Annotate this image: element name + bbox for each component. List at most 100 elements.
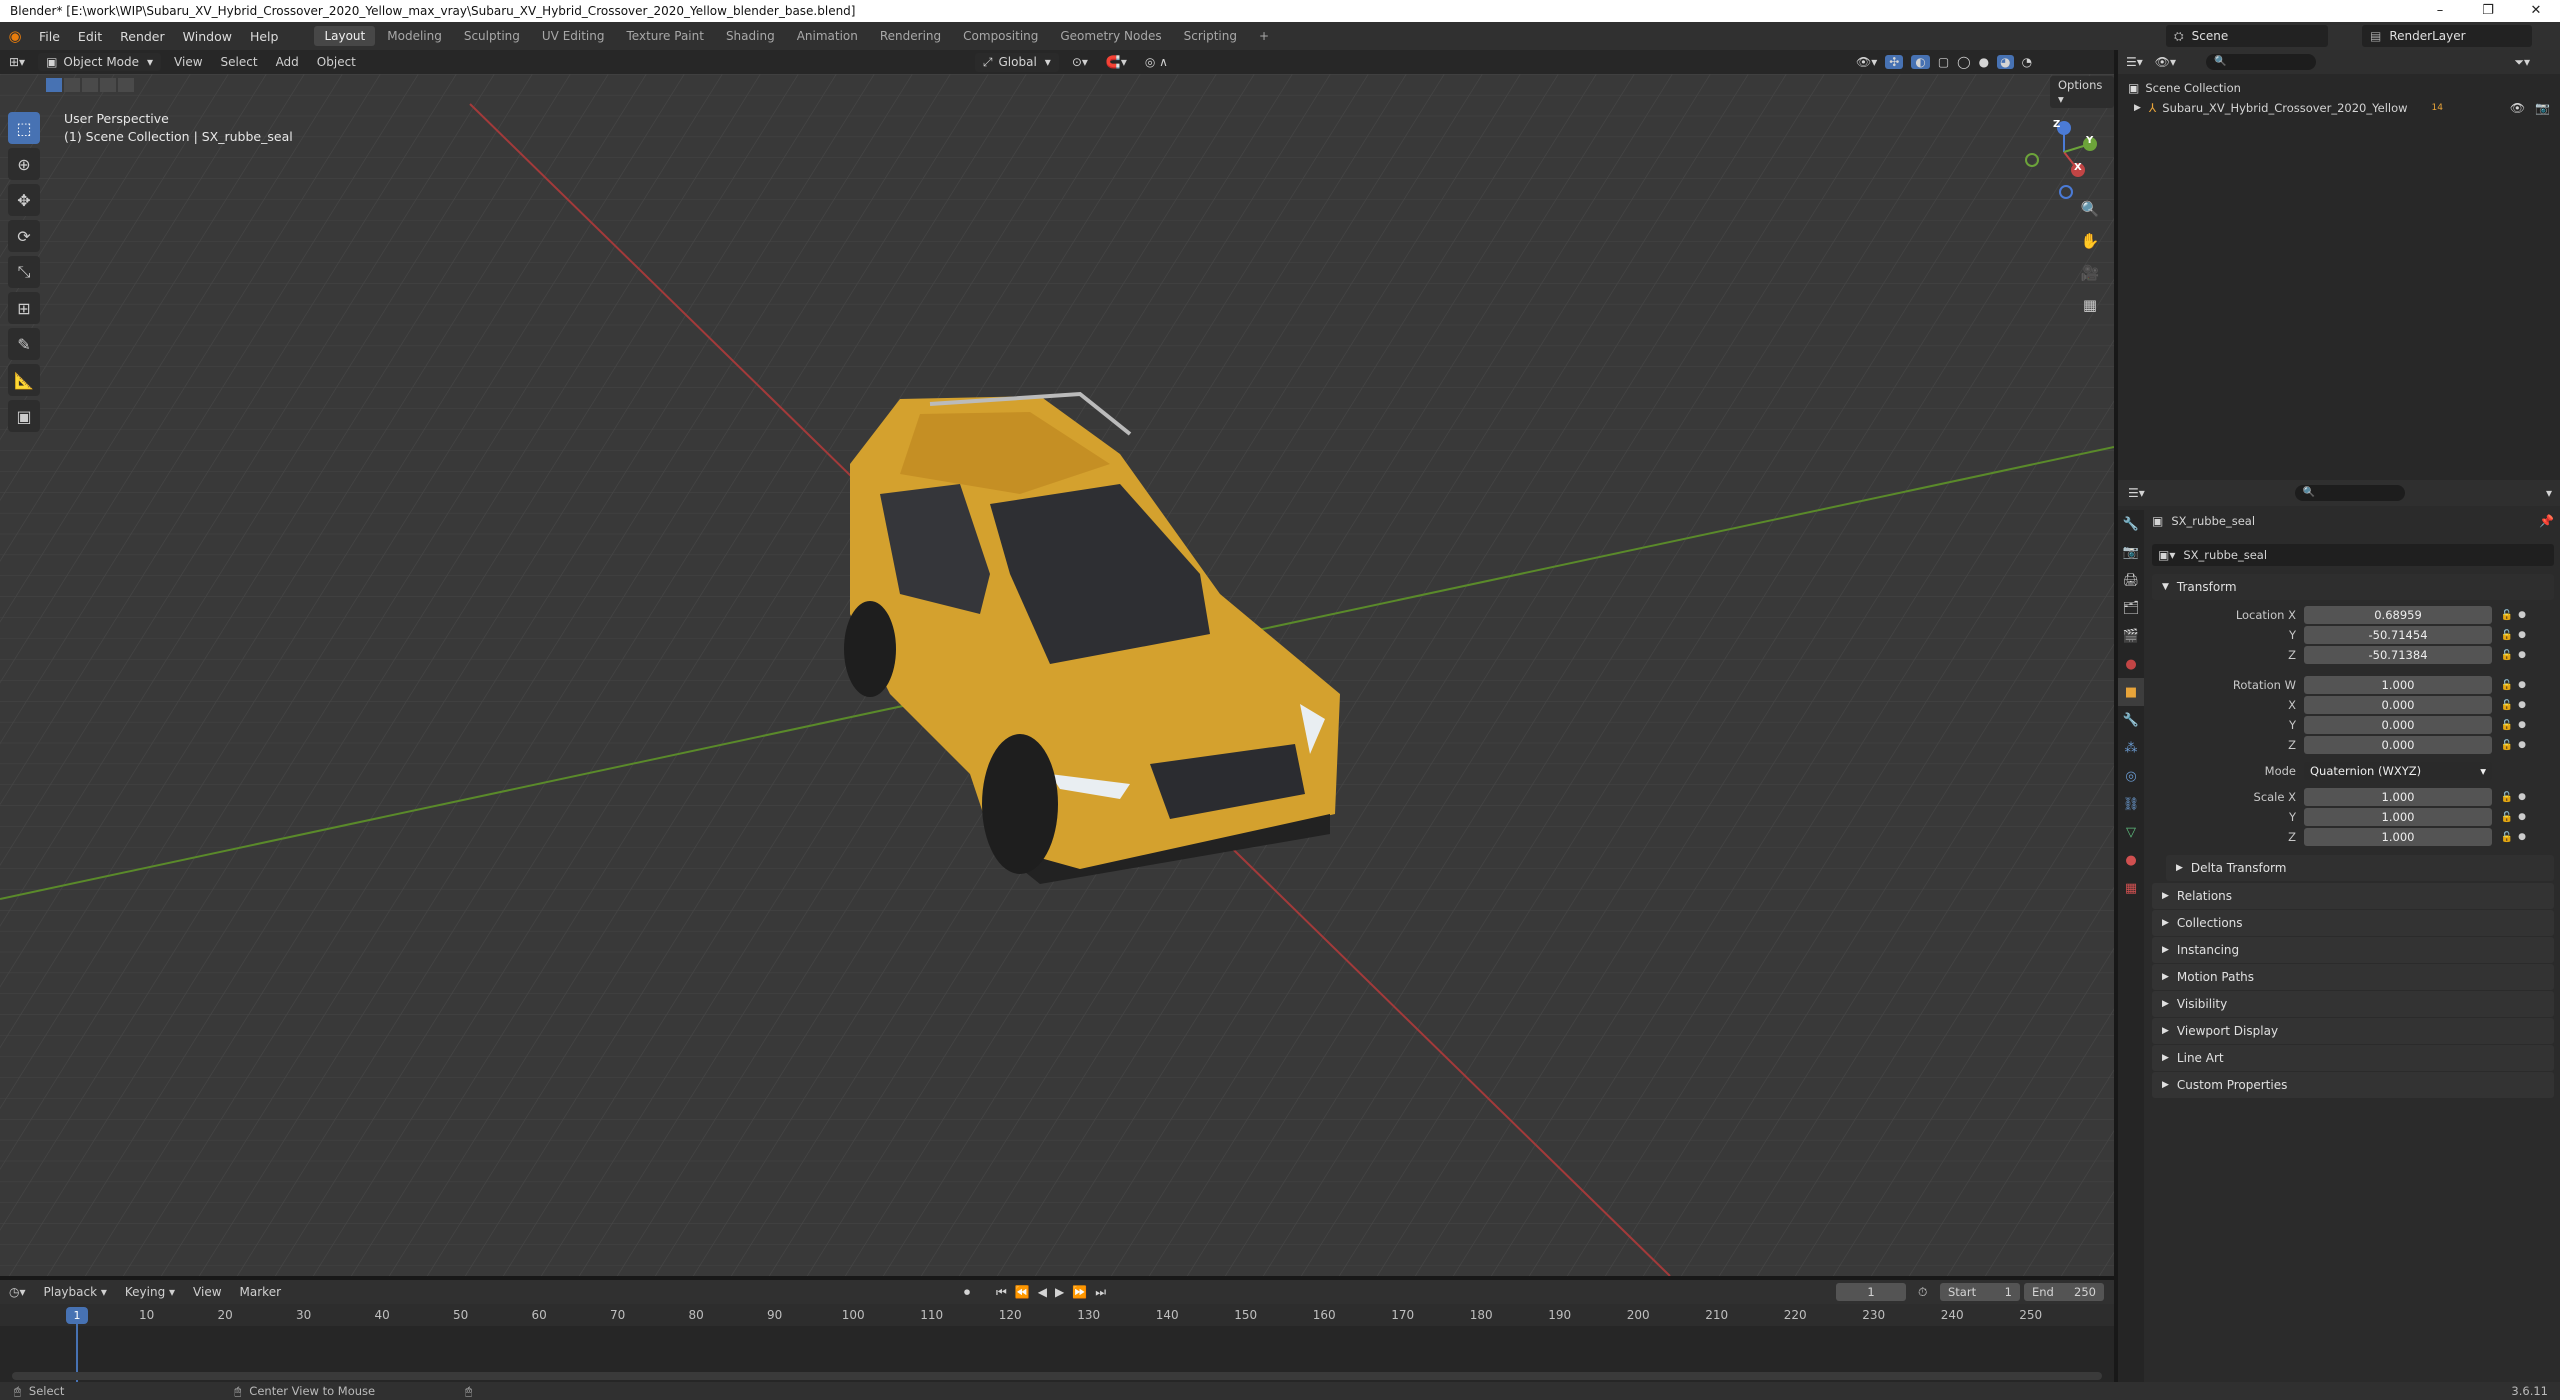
select-new-icon[interactable]: [46, 78, 62, 92]
keyframe-dot-icon[interactable]: ●: [2516, 812, 2528, 822]
line-art-panel[interactable]: ▶ Line Art: [2152, 1045, 2554, 1071]
play-reverse-icon[interactable]: ◀: [1038, 1285, 1047, 1299]
lock-icon[interactable]: 🔓: [2498, 700, 2516, 711]
close-button[interactable]: ✕: [2512, 0, 2560, 22]
menu-keying[interactable]: Keying ▾: [116, 1283, 184, 1301]
scale-z-field[interactable]: 1.000: [2304, 828, 2492, 846]
filter-icon[interactable]: ⏷▾: [2514, 55, 2530, 70]
grid-view-icon[interactable]: ▦: [2076, 292, 2104, 318]
options-button[interactable]: Options ▾: [2050, 76, 2114, 108]
rendered-shading-icon[interactable]: ◔: [2022, 55, 2032, 69]
pan-hand-icon[interactable]: ✋: [2076, 228, 2104, 254]
world-tab-icon[interactable]: ●: [2118, 650, 2144, 678]
menu-playback[interactable]: Playback ▾: [35, 1283, 116, 1301]
menu-window[interactable]: Window: [174, 29, 241, 44]
rotation-w-field[interactable]: 1.000: [2304, 676, 2492, 694]
view-layer-tab-icon[interactable]: 🗂: [2118, 594, 2144, 622]
editor-type-icon[interactable]: ☰▾: [2126, 55, 2143, 69]
keyframe-dot-icon[interactable]: ●: [2516, 680, 2528, 690]
eye-icon[interactable]: 👁: [2510, 101, 2525, 115]
gizmo-y-label[interactable]: Y: [2086, 135, 2093, 146]
solid-shading-icon[interactable]: ●: [1979, 55, 1989, 69]
visibility-panel[interactable]: ▶ Visibility: [2152, 991, 2554, 1017]
tab-scripting[interactable]: Scripting: [1174, 26, 1247, 46]
location-x-field[interactable]: 0.68959: [2304, 606, 2492, 624]
lock-icon[interactable]: 🔓: [2498, 610, 2516, 621]
lock-icon[interactable]: 🔓: [2498, 630, 2516, 641]
wireframe-shading-icon[interactable]: ◯: [1957, 55, 1970, 69]
lock-icon[interactable]: 🔓: [2498, 812, 2516, 823]
menu-object[interactable]: Object: [308, 53, 365, 71]
constraints-tab-icon[interactable]: ⛓: [2118, 790, 2144, 818]
keyframe-dot-icon[interactable]: ●: [2516, 650, 2528, 660]
scene-tab-icon[interactable]: 🎬: [2118, 622, 2144, 650]
keyframe-dot-icon[interactable]: ●: [2516, 792, 2528, 802]
outliner-search-input[interactable]: 🔍: [2206, 54, 2317, 70]
keyframe-dot-icon[interactable]: ●: [2516, 832, 2528, 842]
lock-icon[interactable]: 🔓: [2498, 720, 2516, 731]
tab-geometry-nodes[interactable]: Geometry Nodes: [1050, 26, 1171, 46]
end-frame-field[interactable]: End 250: [2024, 1283, 2104, 1301]
material-tab-icon[interactable]: ●: [2118, 846, 2144, 874]
keyframe-dot-icon[interactable]: ●: [2516, 610, 2528, 620]
gizmo-x-label[interactable]: X: [2074, 162, 2082, 173]
modifier-tab-icon[interactable]: 🔧: [2118, 706, 2144, 734]
rotation-mode-dropdown[interactable]: Quaternion (WXYZ) ▾: [2304, 762, 2492, 780]
viewport-display-panel[interactable]: ▶ Viewport Display: [2152, 1018, 2554, 1044]
select-invert-icon[interactable]: [100, 78, 116, 92]
rotation-y-field[interactable]: 0.000: [2304, 716, 2492, 734]
jump-start-icon[interactable]: ⏮: [996, 1285, 1007, 1300]
pin-icon[interactable]: 📌: [2539, 514, 2554, 528]
keyframe-dot-icon[interactable]: ●: [2516, 740, 2528, 750]
menu-view[interactable]: View: [184, 1283, 230, 1301]
data-tab-icon[interactable]: ▽: [2118, 818, 2144, 846]
measure-tool-icon[interactable]: 📐: [8, 364, 40, 396]
custom-properties-panel[interactable]: ▶ Custom Properties: [2152, 1072, 2554, 1098]
gizmo-toggle-icon[interactable]: ✣: [1885, 55, 1904, 69]
menu-view[interactable]: View: [165, 53, 211, 71]
keyframe-dot-icon[interactable]: ●: [2516, 630, 2528, 640]
snap-icon[interactable]: 🧲▾: [1097, 53, 1136, 71]
output-tab-icon[interactable]: 🖨: [2118, 566, 2144, 594]
rotate-tool-icon[interactable]: ⟳: [8, 220, 40, 252]
menu-select[interactable]: Select: [212, 53, 267, 71]
gizmo-z-label[interactable]: Z: [2053, 119, 2060, 130]
relations-panel[interactable]: ▶ Relations: [2152, 883, 2554, 909]
current-frame-field[interactable]: 1: [1836, 1283, 1906, 1301]
blender-logo-icon[interactable]: ◉: [0, 27, 30, 45]
zoom-icon[interactable]: 🔍: [2076, 196, 2104, 222]
object-tab-icon[interactable]: ■: [2118, 678, 2144, 706]
tab-animation[interactable]: Animation: [787, 26, 868, 46]
rotation-x-field[interactable]: 0.000: [2304, 696, 2492, 714]
instancing-panel[interactable]: ▶ Instancing: [2152, 937, 2554, 963]
mode-dropdown[interactable]: ▣ Object Mode ▾: [38, 53, 162, 71]
expand-arrow-icon[interactable]: ▶: [2134, 103, 2141, 113]
lock-icon[interactable]: 🔓: [2498, 832, 2516, 843]
keyframe-dot-icon[interactable]: ●: [2516, 700, 2528, 710]
visibility-icon[interactable]: 👁▾: [1856, 55, 1877, 69]
prev-keyframe-icon[interactable]: ⏪: [1015, 1285, 1030, 1299]
location-z-field[interactable]: -50.71384: [2304, 646, 2492, 664]
maximize-button[interactable]: ❐: [2464, 0, 2512, 22]
tab-sculpting[interactable]: Sculpting: [454, 26, 530, 46]
tab-rendering[interactable]: Rendering: [870, 26, 951, 46]
properties-search-input[interactable]: 🔍: [2294, 485, 2405, 501]
editor-type-icon[interactable]: ⊞▾: [0, 53, 34, 71]
select-subtract-icon[interactable]: [82, 78, 98, 92]
chevron-down-icon[interactable]: ▾: [2546, 486, 2552, 500]
add-cube-tool-icon[interactable]: ▣: [8, 400, 40, 432]
timeline-scrollbar[interactable]: [12, 1372, 2102, 1380]
keyframe-dot-icon[interactable]: ●: [2516, 720, 2528, 730]
render-tab-icon[interactable]: 📷: [2118, 538, 2144, 566]
display-mode-icon[interactable]: 👁▾: [2155, 55, 2176, 69]
collections-panel[interactable]: ▶ Collections: [2152, 910, 2554, 936]
minimize-button[interactable]: –: [2416, 0, 2464, 22]
menu-render[interactable]: Render: [111, 29, 174, 44]
select-intersect-icon[interactable]: [118, 78, 134, 92]
object-data-field[interactable]: ▣▾ SX_rubbe_seal: [2152, 544, 2554, 566]
record-icon[interactable]: ⏺: [964, 1285, 970, 1300]
lock-icon[interactable]: 🔓: [2498, 680, 2516, 691]
transform-panel-header[interactable]: ▼ Transform: [2152, 574, 2554, 600]
annotate-tool-icon[interactable]: ✎: [8, 328, 40, 360]
tab-shading[interactable]: Shading: [716, 26, 785, 46]
